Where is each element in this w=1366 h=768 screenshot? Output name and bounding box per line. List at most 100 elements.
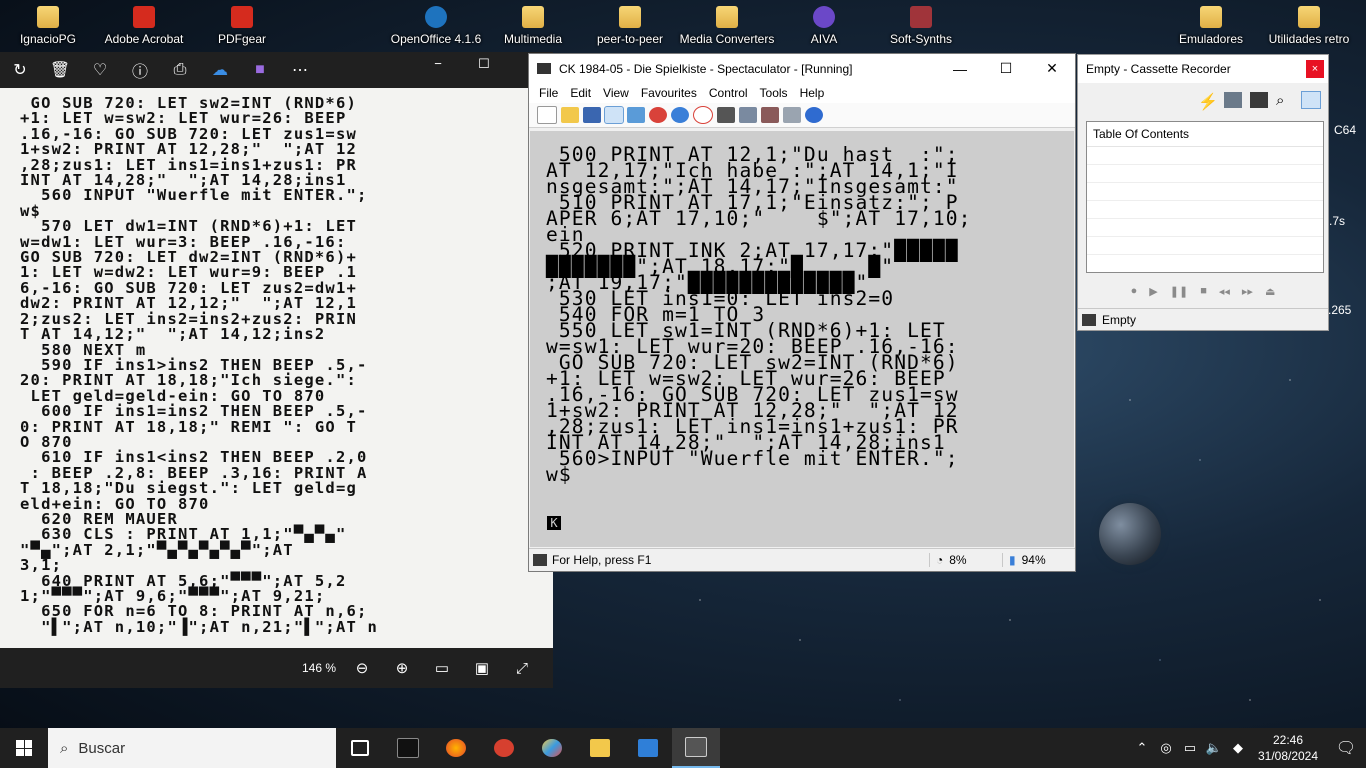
menu-view[interactable]: View bbox=[597, 86, 635, 100]
minimize-button[interactable]: — bbox=[937, 61, 983, 77]
info-icon[interactable]: ⓘ bbox=[120, 58, 160, 82]
network-icon[interactable]: ▭ bbox=[1178, 740, 1202, 756]
desktop-icon-utilidades-retro[interactable]: Utilidades retro bbox=[1260, 6, 1358, 46]
desktop-icon-media-converters[interactable]: Media Converters bbox=[679, 6, 775, 46]
joystick-icon[interactable] bbox=[717, 107, 735, 123]
chevron-up-icon[interactable]: ⌃ bbox=[1130, 740, 1154, 756]
desktop-icon-ignaciopg[interactable]: IgnacioPG bbox=[0, 6, 96, 46]
open-icon[interactable] bbox=[561, 107, 579, 123]
zoom-in-icon[interactable]: ⊕ bbox=[382, 659, 422, 677]
desktop-icon-peer-to-peer[interactable]: peer-to-peer bbox=[582, 6, 678, 46]
close-button[interactable]: × bbox=[1306, 60, 1324, 78]
paint-icon[interactable] bbox=[528, 728, 576, 768]
camera-icon[interactable]: ◎ bbox=[1154, 740, 1178, 756]
help-icon[interactable] bbox=[805, 107, 823, 123]
desktop-icon-emuladores[interactable]: Emuladores bbox=[1163, 6, 1259, 46]
menu-edit[interactable]: Edit bbox=[564, 86, 597, 100]
minimize-button[interactable]: − bbox=[415, 54, 461, 74]
tape-icon[interactable] bbox=[1250, 92, 1268, 108]
print-icon[interactable]: ⎙ bbox=[160, 61, 200, 79]
cassette-status-text: Empty bbox=[1102, 312, 1137, 327]
desktop-icon-pdfgear[interactable]: PDFgear bbox=[194, 6, 290, 46]
stop-icon[interactable] bbox=[693, 106, 713, 124]
desktop-icon-aiva[interactable]: AIVA bbox=[776, 6, 872, 46]
folder-icon bbox=[910, 6, 932, 28]
spectaculator-statusbar: For Help, press F1 ◔ 8% ▮ 94% bbox=[529, 548, 1075, 571]
clock[interactable]: 22:46 31/08/2024 bbox=[1250, 732, 1326, 764]
menu-favourites[interactable]: Favourites bbox=[635, 86, 703, 100]
desktop-icon-multimedia[interactable]: Multimedia bbox=[485, 6, 581, 46]
file-explorer-icon[interactable] bbox=[576, 728, 624, 768]
spectaculator-icon[interactable] bbox=[672, 728, 720, 768]
printer-tape-icon[interactable] bbox=[1224, 92, 1242, 108]
rewind-button[interactable]: ◂◂ bbox=[1219, 285, 1230, 298]
close-button[interactable]: ✕ bbox=[1029, 60, 1075, 77]
task-view-icon[interactable] bbox=[336, 728, 384, 768]
speaker-icon[interactable] bbox=[1301, 91, 1321, 109]
terminal-icon[interactable] bbox=[384, 728, 432, 768]
play-button[interactable]: ▶ bbox=[1149, 285, 1157, 298]
menu-tools[interactable]: Tools bbox=[754, 86, 794, 100]
maximize-button[interactable]: ☐ bbox=[983, 60, 1029, 77]
delete-icon[interactable]: 🗑 bbox=[40, 60, 80, 80]
lightning-icon[interactable]: ⚡ bbox=[1198, 92, 1218, 111]
eject-button[interactable]: ⏏ bbox=[1265, 285, 1275, 298]
new-icon[interactable] bbox=[537, 106, 557, 124]
desktop-icon-label: Utilidades retro bbox=[1268, 32, 1350, 46]
table-of-contents-list[interactable]: Table Of Contents bbox=[1086, 121, 1324, 273]
favorite-icon[interactable]: ♡ bbox=[80, 60, 120, 80]
menu-file[interactable]: File bbox=[533, 86, 564, 100]
zx-spectrum-screen[interactable]: 500 PRINT AT 12,1;"Du hast :"; AT 12,17;"… bbox=[530, 131, 1074, 547]
notification-icon[interactable]: 🗨 bbox=[1326, 738, 1366, 758]
print-icon[interactable] bbox=[783, 107, 801, 123]
rotate-icon[interactable]: ↻ bbox=[0, 60, 40, 80]
window-icon[interactable] bbox=[627, 107, 645, 123]
onedrive-icon[interactable]: ☁ bbox=[200, 60, 240, 80]
spectaculator-app-icon bbox=[537, 63, 551, 74]
speed-status: ▮ 94% bbox=[1002, 553, 1075, 567]
record-button[interactable]: ● bbox=[1131, 285, 1138, 297]
ccleaner-icon[interactable] bbox=[480, 728, 528, 768]
start-button[interactable] bbox=[0, 728, 48, 768]
desktop-icon-soft-synths[interactable]: Soft-Synths bbox=[873, 6, 969, 46]
listing-line: "▌";AT n,10;"▐";AT n,21;"▌";AT n bbox=[20, 617, 379, 636]
maximize-button[interactable]: ☐ bbox=[461, 54, 507, 74]
menu-control[interactable]: Control bbox=[703, 86, 754, 100]
fit-icon[interactable]: ▭ bbox=[422, 659, 462, 677]
emulator-screen-area[interactable]: 500 PRINT AT 12,1;"Du hast :"; AT 12,17;"… bbox=[530, 131, 1074, 601]
toc-header: Table Of Contents bbox=[1087, 122, 1323, 147]
keyboard-icon[interactable] bbox=[604, 106, 624, 124]
cpu-status: ◔ 8% bbox=[929, 553, 1002, 567]
transport-controls: ● ▶ ❚❚ ■ ◂◂ ▸▸ ⏏ bbox=[1078, 277, 1328, 305]
tape-icon[interactable] bbox=[739, 107, 757, 123]
volume-icon[interactable]: 🔈 bbox=[1202, 740, 1226, 756]
menu-help[interactable]: Help bbox=[794, 86, 831, 100]
actual-size-icon[interactable]: ▣ bbox=[462, 659, 502, 677]
desktop-icon-adobe-acrobat[interactable]: Adobe Acrobat bbox=[96, 6, 192, 46]
fast-forward-button[interactable]: ▸▸ bbox=[1242, 285, 1253, 298]
desktop-planet bbox=[1099, 503, 1161, 565]
reset-icon[interactable] bbox=[649, 107, 667, 123]
desktop-side-label: .7s bbox=[1329, 214, 1346, 228]
window-title: CK 1984-05 - Die Spielkiste - Spectacula… bbox=[559, 61, 853, 76]
desktop-side-label: C64 bbox=[1334, 123, 1357, 137]
fullscreen-icon[interactable]: ⤢ bbox=[502, 660, 542, 677]
save-icon[interactable] bbox=[583, 107, 601, 123]
zoom-out-icon[interactable]: ⊖ bbox=[342, 659, 382, 677]
record-icon[interactable] bbox=[761, 107, 779, 123]
photos-icon[interactable] bbox=[624, 728, 672, 768]
taskbar: ⌕ Buscar ⌃ ◎ ▭ 🔈 ◆ 22:46 31/08/2024 🗨 bbox=[0, 728, 1366, 768]
stop-button[interactable]: ■ bbox=[1200, 285, 1207, 297]
firefox-icon[interactable] bbox=[432, 728, 480, 768]
edit-icon[interactable]: ■ bbox=[240, 61, 280, 79]
tape-status-icon bbox=[1082, 313, 1096, 326]
desktop-icon-openoffice[interactable]: OpenOffice 4.1.6 bbox=[388, 6, 484, 46]
desktop-icon-label: Adobe Acrobat bbox=[104, 32, 184, 46]
dropbox-icon[interactable]: ◆ bbox=[1226, 740, 1250, 756]
search-icon[interactable]: ⌕ bbox=[1276, 92, 1294, 109]
pause-button[interactable]: ❚❚ bbox=[1170, 285, 1188, 298]
list-item bbox=[1087, 201, 1323, 219]
more-icon[interactable]: ⋯ bbox=[280, 60, 320, 80]
taskbar-search-box[interactable]: ⌕ Buscar bbox=[48, 728, 336, 768]
pause-icon[interactable] bbox=[671, 107, 689, 123]
